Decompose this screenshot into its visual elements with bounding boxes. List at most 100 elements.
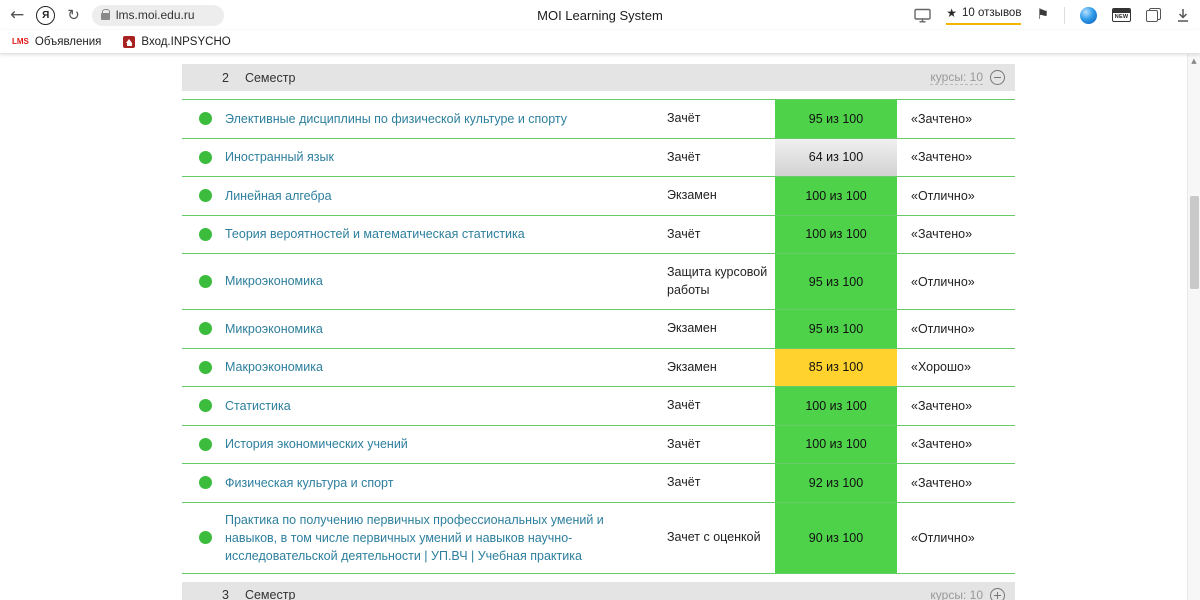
course-link[interactable]: Статистика bbox=[225, 389, 667, 423]
exam-type: Зачёт bbox=[667, 436, 701, 451]
course-link[interactable]: Иностранный язык bbox=[225, 140, 667, 174]
grade-text: «Отлично» bbox=[911, 530, 975, 545]
course-row: Микроэкономика Экзамен 95 из 100 «Отличн… bbox=[182, 310, 1015, 349]
course-link[interactable]: Микроэкономика bbox=[225, 312, 667, 346]
score-badge: 95 из 100 bbox=[775, 100, 897, 138]
course-row: Статистика Зачёт 100 из 100 «Зачтено» bbox=[182, 387, 1015, 426]
bookmark-label: Объявления bbox=[34, 35, 102, 48]
refresh-button[interactable]: ↻ bbox=[67, 6, 80, 24]
grade-text: «Зачтено» bbox=[911, 475, 973, 490]
score-badge: 85 из 100 bbox=[775, 348, 897, 386]
grade-text: «Отлично» bbox=[911, 188, 975, 203]
collapse-toggle-icon[interactable] bbox=[990, 70, 1005, 85]
course-link[interactable]: Физическая культура и спорт bbox=[225, 466, 667, 500]
reviews-rating[interactable]: ★ 10 отзывов bbox=[946, 5, 1022, 25]
score-badge: 100 из 100 bbox=[775, 177, 897, 215]
bookmark-announcements[interactable]: LMS Объявления bbox=[12, 36, 101, 48]
lms-favicon: LMS bbox=[12, 37, 29, 46]
status-dot-icon bbox=[199, 322, 212, 336]
semester-label: Семестр bbox=[244, 588, 296, 600]
exam-type: Зачет с оценкой bbox=[667, 529, 761, 544]
exam-type: Зачёт bbox=[667, 226, 701, 241]
grade-text: «Зачтено» bbox=[911, 150, 973, 165]
status-dot-icon bbox=[199, 112, 212, 126]
exam-type: Зачёт bbox=[667, 475, 701, 489]
scroll-up-arrow-icon[interactable]: ▲ bbox=[1188, 57, 1200, 65]
course-link[interactable]: Микроэкономика bbox=[225, 264, 667, 298]
status-dot-icon bbox=[199, 531, 212, 545]
address-bar[interactable]: lms.moi.edu.ru bbox=[91, 4, 224, 26]
extension-orb-icon[interactable] bbox=[1080, 6, 1097, 24]
grade-text: «Зачтено» bbox=[911, 111, 973, 126]
display-icon[interactable] bbox=[914, 8, 931, 23]
expand-toggle-icon[interactable] bbox=[990, 587, 1005, 600]
movies-new-icon[interactable]: NEW bbox=[1112, 8, 1131, 22]
bookmark-label: Вход.INPSYCHO bbox=[141, 35, 231, 48]
status-dot-icon bbox=[199, 360, 212, 374]
grade-text: «Отлично» bbox=[911, 321, 975, 336]
scrollbar-thumb[interactable] bbox=[1189, 196, 1199, 289]
status-dot-icon bbox=[199, 227, 212, 241]
browser-toolbar: ← Я ↻ lms.moi.edu.ru MOI Learning System… bbox=[0, 0, 1200, 30]
lock-icon bbox=[100, 9, 111, 20]
toolbar-divider bbox=[1064, 6, 1065, 24]
courses-count-link[interactable]: курсы: 10 bbox=[930, 588, 983, 600]
vertical-scrollbar[interactable]: ▲ bbox=[1187, 54, 1200, 600]
course-rows: Элективные дисциплины по физической куль… bbox=[182, 99, 1015, 574]
grade-text: «Зачтено» bbox=[911, 227, 973, 242]
score-badge: 100 из 100 bbox=[775, 215, 897, 253]
course-row: Элективные дисциплины по физической куль… bbox=[182, 100, 1015, 139]
bookmarks-bar: LMS Объявления Вход.INPSYCHO bbox=[0, 30, 1200, 54]
course-link[interactable]: Элективные дисциплины по физической куль… bbox=[225, 102, 667, 136]
course-link[interactable]: Линейная алгебра bbox=[225, 179, 667, 213]
bookmark-flag-icon[interactable]: ⚑ bbox=[1036, 7, 1049, 23]
course-row: Микроэкономика Защита курсовой работы 95… bbox=[182, 254, 1015, 310]
back-button[interactable]: ← bbox=[10, 6, 24, 24]
status-dot-icon bbox=[199, 189, 212, 203]
exam-type: Зачёт bbox=[667, 398, 701, 412]
exam-type: Экзамен bbox=[667, 359, 717, 374]
course-row: История экономических учений Зачёт 100 и… bbox=[182, 425, 1015, 464]
reviews-label: 10 отзывов bbox=[962, 6, 1022, 19]
course-row: Теория вероятностей и математическая ста… bbox=[182, 215, 1015, 254]
inpsycho-favicon bbox=[123, 35, 136, 48]
course-link[interactable]: История экономических учений bbox=[225, 427, 667, 461]
score-badge: 95 из 100 bbox=[775, 310, 897, 348]
course-link[interactable]: Теория вероятностей и математическая ста… bbox=[225, 217, 667, 251]
grade-text: «Зачтено» bbox=[911, 398, 973, 413]
tabs-icon[interactable] bbox=[1146, 8, 1161, 22]
courses-count-link[interactable]: курсы: 10 bbox=[930, 70, 983, 85]
status-dot-icon bbox=[199, 476, 212, 490]
course-row: Линейная алгебра Экзамен 100 из 100 «Отл… bbox=[182, 177, 1015, 216]
exam-type: Зачёт bbox=[667, 111, 701, 125]
semester-3-header: 3 Семестр курсы: 10 bbox=[182, 581, 1015, 600]
lms-page: 2 Семестр курсы: 10 Элективные дисциплин… bbox=[0, 54, 1200, 600]
yandex-logo-icon: Я bbox=[42, 9, 50, 21]
new-badge-label: NEW bbox=[1114, 14, 1129, 20]
score-badge: 90 из 100 bbox=[775, 502, 897, 573]
browser-actions: ★ 10 отзывов ⚑ NEW bbox=[914, 6, 1190, 25]
grade-text: «Зачтено» bbox=[911, 437, 973, 452]
status-dot-icon bbox=[199, 150, 212, 164]
grade-text: «Хорошо» bbox=[911, 360, 971, 375]
status-dot-icon bbox=[199, 437, 212, 451]
bookmark-inpsycho[interactable]: Вход.INPSYCHO bbox=[123, 35, 231, 48]
score-badge: 92 из 100 bbox=[775, 464, 897, 502]
semester-number: 2 bbox=[222, 70, 229, 85]
exam-type: Экзамен bbox=[667, 321, 717, 335]
grades-table: 2 Семестр курсы: 10 Элективные дисциплин… bbox=[182, 64, 1015, 600]
url-text: lms.moi.edu.ru bbox=[115, 8, 195, 22]
status-dot-icon bbox=[199, 275, 212, 288]
semester-label: Семестр bbox=[244, 70, 296, 85]
course-row: Физическая культура и спорт Зачёт 92 из … bbox=[182, 464, 1015, 503]
status-dot-icon bbox=[199, 399, 212, 413]
download-icon[interactable] bbox=[1176, 8, 1190, 23]
page-title: MOI Learning System bbox=[537, 7, 663, 23]
star-icon: ★ bbox=[946, 5, 958, 20]
score-badge: 100 из 100 bbox=[775, 425, 897, 463]
course-link[interactable]: Макроэкономика bbox=[225, 350, 667, 384]
course-row: Макроэкономика Экзамен 85 из 100 «Хорошо… bbox=[182, 348, 1015, 387]
course-link[interactable]: Практика по получению первичных професси… bbox=[225, 503, 667, 573]
score-badge: 100 из 100 bbox=[775, 387, 897, 425]
yandex-button[interactable]: Я bbox=[36, 5, 56, 25]
